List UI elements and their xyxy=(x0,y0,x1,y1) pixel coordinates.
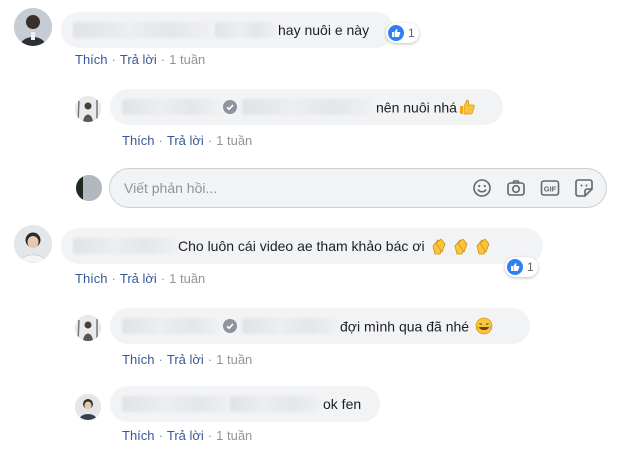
emoji-icon[interactable] xyxy=(472,178,492,198)
person-photo xyxy=(76,175,102,201)
reaction-count: 1 xyxy=(408,26,415,40)
separator-dot: · xyxy=(207,352,213,367)
reaction-badge[interactable]: 1 xyxy=(505,257,538,277)
like-icon xyxy=(388,25,404,41)
blurred-tag xyxy=(230,396,320,412)
camera-icon[interactable] xyxy=(506,178,526,198)
blurred-tag xyxy=(242,318,338,334)
clapping-hands-emoji xyxy=(427,238,497,255)
separator-dot: · xyxy=(158,352,163,367)
blurred-tag xyxy=(242,99,372,115)
separator-dot: · xyxy=(207,133,213,148)
reply-bubble: đợi mình qua đã nhé xyxy=(110,308,530,344)
verified-badge-icon xyxy=(223,100,237,119)
person-photo xyxy=(14,8,52,46)
thumbs-up-emoji xyxy=(458,98,476,120)
sticker-icon[interactable] xyxy=(574,178,594,198)
like-link[interactable]: Thích xyxy=(122,352,155,367)
separator-dot: · xyxy=(111,271,116,286)
reaction-count: 1 xyxy=(527,260,534,274)
reply-input[interactable]: Viết phản hồi... GIF xyxy=(109,168,607,208)
timestamp[interactable]: 1 tuần xyxy=(216,133,252,148)
comment-text-content: Cho luôn cái video ae tham khảo bác ơi xyxy=(178,238,425,254)
blurred-author-name xyxy=(122,318,220,334)
comment-actions: Thích · Trả lời · 1 tuần xyxy=(75,271,205,287)
separator-dot: · xyxy=(111,52,116,67)
reply-link[interactable]: Trả lời xyxy=(120,52,157,67)
like-link[interactable]: Thích xyxy=(122,133,155,148)
laughing-emoji xyxy=(475,317,493,339)
separator-dot: · xyxy=(207,428,213,443)
reply-placeholder: Viết phản hồi... xyxy=(124,180,218,196)
separator-dot: · xyxy=(158,133,163,148)
comment-text: hay nuôi e này xyxy=(278,22,370,38)
blurred-author-name xyxy=(73,238,177,254)
comment-text: Cho luôn cái video ae tham khảo bác ơi xyxy=(178,237,496,257)
avatar[interactable] xyxy=(75,394,101,420)
comment-bubble: Cho luôn cái video ae tham khảo bác ơi xyxy=(61,228,543,264)
gif-icon[interactable]: GIF xyxy=(540,178,560,198)
reply-link[interactable]: Trả lời xyxy=(167,133,204,148)
timestamp[interactable]: 1 tuần xyxy=(169,52,205,67)
avatar[interactable] xyxy=(14,225,52,263)
reply-actions: Thích · Trả lời · 1 tuần xyxy=(122,352,252,368)
reply-bubble: nên nuôi nhá xyxy=(110,89,503,125)
avatar[interactable] xyxy=(14,8,52,46)
like-link[interactable]: Thích xyxy=(75,271,108,286)
reply-text-content: nên nuôi nhá xyxy=(376,99,457,116)
reply-text-content: đợi mình qua đã nhé xyxy=(340,318,470,335)
reply-bubble: ok fen xyxy=(110,386,380,422)
reply-actions: Thích · Trả lời · 1 tuần xyxy=(122,428,252,444)
reply-actions: Thích · Trả lời · 1 tuần xyxy=(122,133,252,149)
reply-text: đợi mình qua đã nhé xyxy=(340,317,493,339)
blurred-author-name xyxy=(122,396,230,412)
comment-bubble: hay nuôi e này xyxy=(61,12,394,48)
avatar[interactable] xyxy=(75,315,101,341)
avatar[interactable] xyxy=(75,96,101,122)
separator-dot: · xyxy=(158,428,163,443)
reply-text: ok fen xyxy=(323,396,362,412)
reply-link[interactable]: Trả lời xyxy=(167,428,204,443)
reply-link[interactable]: Trả lời xyxy=(167,352,204,367)
separator-dot: · xyxy=(160,271,166,286)
person-photo xyxy=(75,394,101,420)
person-photo xyxy=(14,225,52,263)
like-icon xyxy=(507,259,523,275)
timestamp[interactable]: 1 tuần xyxy=(216,428,252,443)
blurred-author-name xyxy=(122,99,220,115)
my-avatar xyxy=(76,175,102,201)
reply-link[interactable]: Trả lời xyxy=(120,271,157,286)
timestamp[interactable]: 1 tuần xyxy=(169,271,205,286)
timestamp[interactable]: 1 tuần xyxy=(216,352,252,367)
like-link[interactable]: Thích xyxy=(122,428,155,443)
blurred-author-name xyxy=(73,22,211,38)
person-photo xyxy=(75,96,101,122)
svg-text:GIF: GIF xyxy=(544,185,557,194)
like-link[interactable]: Thích xyxy=(75,52,108,67)
comment-actions: Thích · Trả lời · 1 tuần xyxy=(75,52,205,68)
person-photo xyxy=(75,315,101,341)
reaction-badge[interactable]: 1 xyxy=(386,23,419,43)
separator-dot: · xyxy=(160,52,166,67)
blurred-tag xyxy=(215,22,275,38)
reply-text: nên nuôi nhá xyxy=(376,98,476,120)
verified-badge-icon xyxy=(223,319,237,338)
